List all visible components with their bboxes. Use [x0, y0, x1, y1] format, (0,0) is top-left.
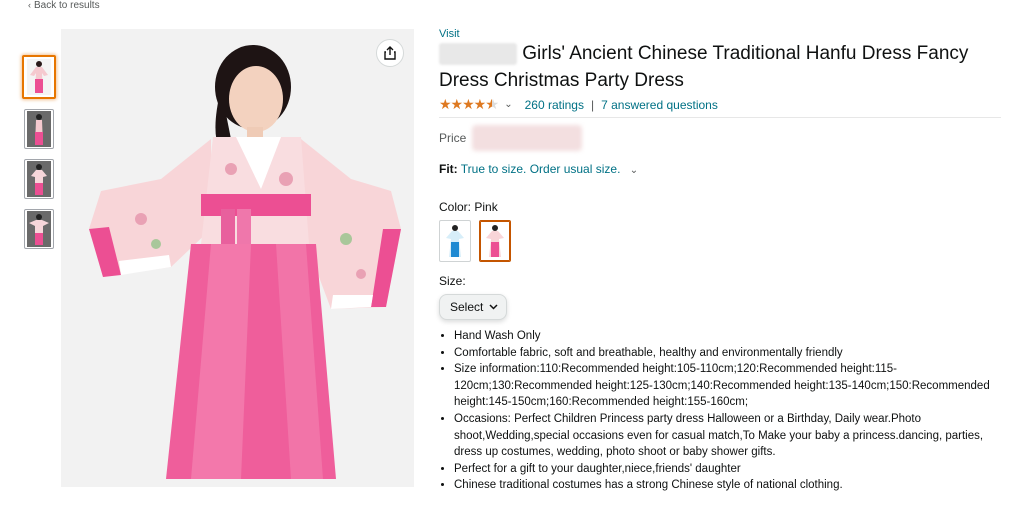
- star-rating-icon[interactable]: ★★★★★★: [439, 96, 498, 113]
- feature-bullet: Hand Wash Only: [454, 328, 1001, 345]
- thumbnail-4[interactable]: [24, 209, 54, 249]
- color-row: Color: Pink: [439, 200, 1001, 214]
- divider: [439, 117, 1001, 118]
- price-value-redacted: [472, 125, 583, 151]
- price-row: Price: [439, 124, 1001, 152]
- thumbnail-3[interactable]: [24, 159, 54, 199]
- chevron-down-icon[interactable]: ⌄: [504, 99, 512, 110]
- thumbnail-2[interactable]: [24, 109, 54, 149]
- visit-label: Visit: [439, 28, 460, 40]
- color-swatch-pink[interactable]: [479, 220, 511, 262]
- thumbnail-strip: [22, 55, 58, 259]
- thumbnail-dress-image: [27, 161, 51, 197]
- product-title-text: Girls' Ancient Chinese Traditional Hanfu…: [439, 43, 969, 91]
- main-product-image[interactable]: [61, 29, 414, 487]
- feature-bullets: Hand Wash Only Comfortable fabric, soft …: [439, 328, 1001, 494]
- color-swatches: [439, 220, 1001, 262]
- back-to-results-link[interactable]: ‹ Back to results: [28, 0, 100, 11]
- separator: |: [590, 97, 595, 112]
- chevron-down-icon[interactable]: ⌄: [630, 165, 638, 176]
- share-button[interactable]: [376, 39, 404, 67]
- thumbnail-1[interactable]: [22, 55, 56, 99]
- color-label: Color:: [439, 200, 472, 214]
- feature-bullet: Perfect for a gift to your daughter,niec…: [454, 461, 1001, 478]
- fit-row: Fit: True to size. Order usual size. ⌄: [439, 162, 1001, 176]
- feature-bullet: Occasions: Perfect Children Princess par…: [454, 411, 1001, 461]
- price-label: Price: [439, 131, 467, 145]
- chevron-left-icon: ‹: [28, 0, 31, 10]
- feature-bullet: Chinese traditional costumes has a stron…: [454, 477, 1001, 494]
- product-title: Girls' Ancient Chinese Traditional Hanfu…: [439, 40, 1001, 94]
- answered-questions-link[interactable]: 7 answered questions: [601, 98, 718, 112]
- size-select[interactable]: Select: [439, 294, 508, 320]
- chevron-down-icon: [489, 304, 498, 310]
- rating-row: ★★★★★★ ⌄ 260 ratings | 7 answered questi…: [439, 96, 1001, 113]
- fit-value-link[interactable]: True to size. Order usual size.: [461, 162, 621, 176]
- size-label: Size:: [439, 274, 466, 288]
- fit-label: Fit:: [439, 162, 458, 176]
- pink-dress-icon: [486, 225, 504, 257]
- feature-bullet: Size information:110:Recommended height:…: [454, 361, 1001, 411]
- thumbnail-dress-image: [27, 59, 51, 95]
- blue-dress-icon: [446, 225, 464, 257]
- feature-bullet: Comfortable fabric, soft and breathable,…: [454, 345, 1001, 362]
- hanfu-dress-photo: [61, 29, 414, 487]
- share-icon: [384, 46, 396, 60]
- ratings-link[interactable]: 260 ratings: [525, 98, 584, 112]
- color-swatch-blue[interactable]: [439, 220, 471, 262]
- back-label: Back to results: [34, 0, 100, 11]
- thumbnail-dress-image: [27, 211, 51, 247]
- thumbnail-dress-image: [27, 111, 51, 147]
- brand-name-redacted: [439, 42, 517, 65]
- size-select-value: Select: [450, 300, 484, 314]
- color-value: Pink: [474, 200, 498, 214]
- product-info-panel: Visit Girls' Ancient Chinese Traditional…: [439, 28, 1001, 494]
- brand-store-link[interactable]: Visit: [439, 28, 1001, 40]
